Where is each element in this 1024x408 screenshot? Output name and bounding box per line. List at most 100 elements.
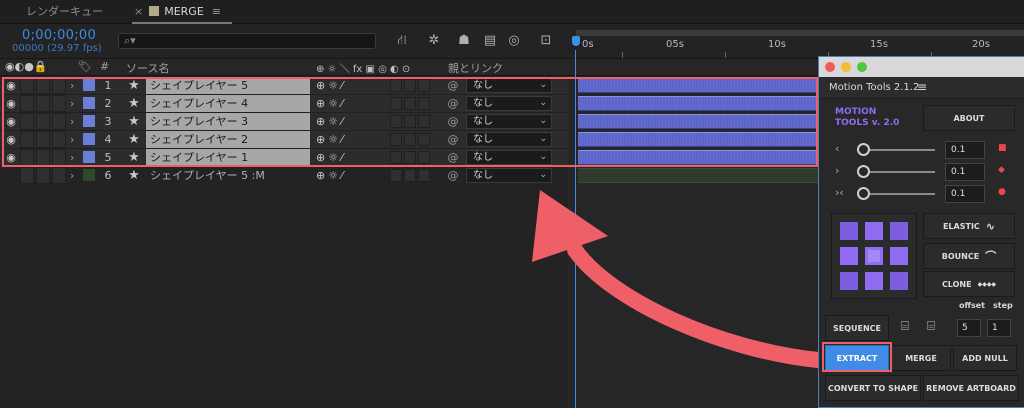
motion-blur-icon[interactable]: ◎ — [506, 33, 522, 49]
square-marker-icon[interactable]: ■ — [998, 143, 1007, 153]
fx-switch[interactable] — [390, 79, 402, 92]
layer-duration-bar[interactable] — [578, 168, 826, 183]
ease-both-value-input[interactable]: 0.1 — [945, 185, 985, 203]
fx-switch[interactable] — [390, 133, 402, 146]
audio-switch[interactable] — [20, 149, 34, 166]
anchor-top-left[interactable] — [840, 222, 858, 240]
motion-blur-switch[interactable] — [418, 169, 430, 182]
eye-icon[interactable]: ◉ — [4, 113, 18, 130]
label-color-swatch[interactable] — [83, 115, 95, 127]
parent-dropdown[interactable]: なし ⌄ — [466, 96, 552, 111]
frame-blending-icon[interactable]: ▤ — [482, 33, 498, 49]
lock-switch[interactable] — [52, 149, 66, 166]
layer-name[interactable]: シェイプレイヤー 3 — [146, 113, 310, 130]
step-value-input[interactable]: 1 — [987, 319, 1011, 337]
fx-switch[interactable] — [390, 115, 402, 128]
layer-name[interactable]: シェイプレイヤー 2 — [146, 131, 310, 148]
fx-switch[interactable] — [390, 151, 402, 164]
add-null-button[interactable]: ADD NULL — [953, 345, 1017, 371]
ease-in-knob[interactable] — [857, 143, 870, 156]
comp-flowchart-icon[interactable]: ⛙ — [394, 33, 410, 49]
work-area-bar[interactable] — [576, 30, 1024, 36]
audio-switch[interactable] — [20, 113, 34, 130]
audio-switch[interactable] — [20, 95, 34, 112]
offset-value-input[interactable]: 5 — [957, 319, 981, 337]
label-color-swatch[interactable] — [83, 97, 95, 109]
label-color-swatch[interactable] — [83, 151, 95, 163]
graph-editor-icon[interactable]: ⊡ — [538, 33, 554, 49]
lock-switch[interactable] — [52, 113, 66, 130]
anchor-bottom-left[interactable] — [840, 272, 858, 290]
fx-switch[interactable] — [390, 97, 402, 110]
layer-row[interactable]: ◉ › 4 ★ シェイプレイヤー 2 ⊕☼⁄ @ なし ⌄ — [0, 131, 568, 149]
current-timecode[interactable]: 0;00;00;00 — [22, 28, 96, 43]
sequence-button[interactable]: SEQUENCE — [825, 315, 889, 341]
chevron-right-icon[interactable]: › — [70, 149, 80, 166]
motion-blur-switch[interactable] — [418, 151, 430, 164]
ease-both-knob[interactable] — [857, 187, 870, 200]
audio-switch[interactable] — [20, 167, 34, 184]
solo-switch[interactable] — [36, 95, 50, 112]
ease-in-track[interactable] — [863, 149, 935, 151]
frame-blend-switch[interactable] — [404, 169, 416, 182]
label-color-swatch[interactable] — [83, 133, 95, 145]
minimize-window-button[interactable] — [841, 62, 851, 72]
layer-switch-icons[interactable]: ⊕☼⁄ — [316, 167, 384, 184]
tab-menu-icon[interactable]: ≡ — [212, 5, 221, 18]
label-color-swatch[interactable] — [83, 169, 95, 181]
frame-blend-switch[interactable] — [404, 97, 416, 110]
source-name-header[interactable]: ソース名 — [126, 60, 169, 76]
eye-icon[interactable] — [4, 167, 18, 184]
anchor-left[interactable] — [840, 247, 858, 265]
eye-icon[interactable]: ◉ — [4, 149, 18, 166]
solo-switch[interactable] — [36, 167, 50, 184]
clone-button[interactable]: CLONE ◆◆◆◆ — [923, 271, 1015, 297]
pick-whip-icon[interactable]: @ — [446, 77, 460, 94]
anchor-top-right[interactable] — [890, 222, 908, 240]
layer-row[interactable]: ◉ › 1 ★ シェイプレイヤー 5 ⊕☼⁄ @ なし ⌄ — [0, 77, 568, 95]
layer-duration-bar[interactable] — [578, 96, 826, 111]
layer-name[interactable]: シェイプレイヤー 1 — [146, 149, 310, 166]
layer-name[interactable]: シェイプレイヤー 5 :M — [146, 167, 310, 184]
anchor-right[interactable] — [890, 247, 908, 265]
layer-switch-icons[interactable]: ⊕☼⁄ — [316, 113, 384, 130]
elastic-button[interactable]: ELASTIC ∿ — [923, 213, 1015, 239]
motion-blur-switch[interactable] — [418, 79, 430, 92]
parent-dropdown[interactable]: なし ⌄ — [466, 150, 552, 165]
remove-artboard-button[interactable]: REMOVE ARTBOARD — [923, 375, 1019, 401]
frame-blend-switch[interactable] — [404, 115, 416, 128]
parent-dropdown[interactable]: なし ⌄ — [466, 132, 552, 147]
layer-switch-icons[interactable]: ⊕☼⁄ — [316, 149, 384, 166]
merge-button[interactable]: MERGE — [891, 345, 951, 371]
lock-switch[interactable] — [52, 77, 66, 94]
tab-render-queue[interactable]: レンダーキュー — [26, 0, 103, 24]
pick-whip-icon[interactable]: @ — [446, 113, 460, 130]
layer-duration-bar[interactable] — [578, 114, 826, 129]
tab-merge[interactable]: × MERGE ≡ — [134, 0, 221, 24]
close-window-button[interactable] — [825, 62, 835, 72]
frame-blend-switch[interactable] — [404, 79, 416, 92]
layer-row[interactable]: › 6 ★ シェイプレイヤー 5 :M ⊕☼⁄ @ なし ⌄ — [0, 167, 568, 185]
panel-menu-icon[interactable]: ≡ — [917, 80, 927, 94]
audio-switch[interactable] — [20, 131, 34, 148]
anchor-bottom[interactable] — [865, 272, 883, 290]
playhead-handle[interactable] — [572, 36, 580, 46]
layer-name[interactable]: シェイプレイヤー 4 — [146, 95, 310, 112]
label-column-icon[interactable]: 🏷 — [78, 60, 92, 73]
anchor-top[interactable] — [865, 222, 883, 240]
layer-row[interactable]: ◉ › 2 ★ シェイプレイヤー 4 ⊕☼⁄ @ なし ⌄ — [0, 95, 568, 113]
pick-whip-icon[interactable]: @ — [446, 131, 460, 148]
layer-duration-bar[interactable] — [578, 150, 826, 165]
ease-out-knob[interactable] — [857, 165, 870, 178]
layer-search-input[interactable]: ⌕▾ — [118, 33, 376, 49]
ease-both-track[interactable] — [863, 193, 935, 195]
frame-blend-switch[interactable] — [404, 133, 416, 146]
current-time-indicator[interactable] — [572, 36, 580, 58]
ease-out-value-input[interactable]: 0.1 — [945, 163, 985, 181]
chevron-right-icon[interactable]: › — [70, 131, 80, 148]
chevron-right-icon[interactable]: › — [70, 77, 80, 94]
frame-blend-switch[interactable] — [404, 151, 416, 164]
parent-dropdown[interactable]: なし ⌄ — [466, 78, 552, 93]
lock-switch[interactable] — [52, 131, 66, 148]
time-ruler[interactable]: 0s 05s 10s 15s 20s — [568, 24, 1024, 58]
